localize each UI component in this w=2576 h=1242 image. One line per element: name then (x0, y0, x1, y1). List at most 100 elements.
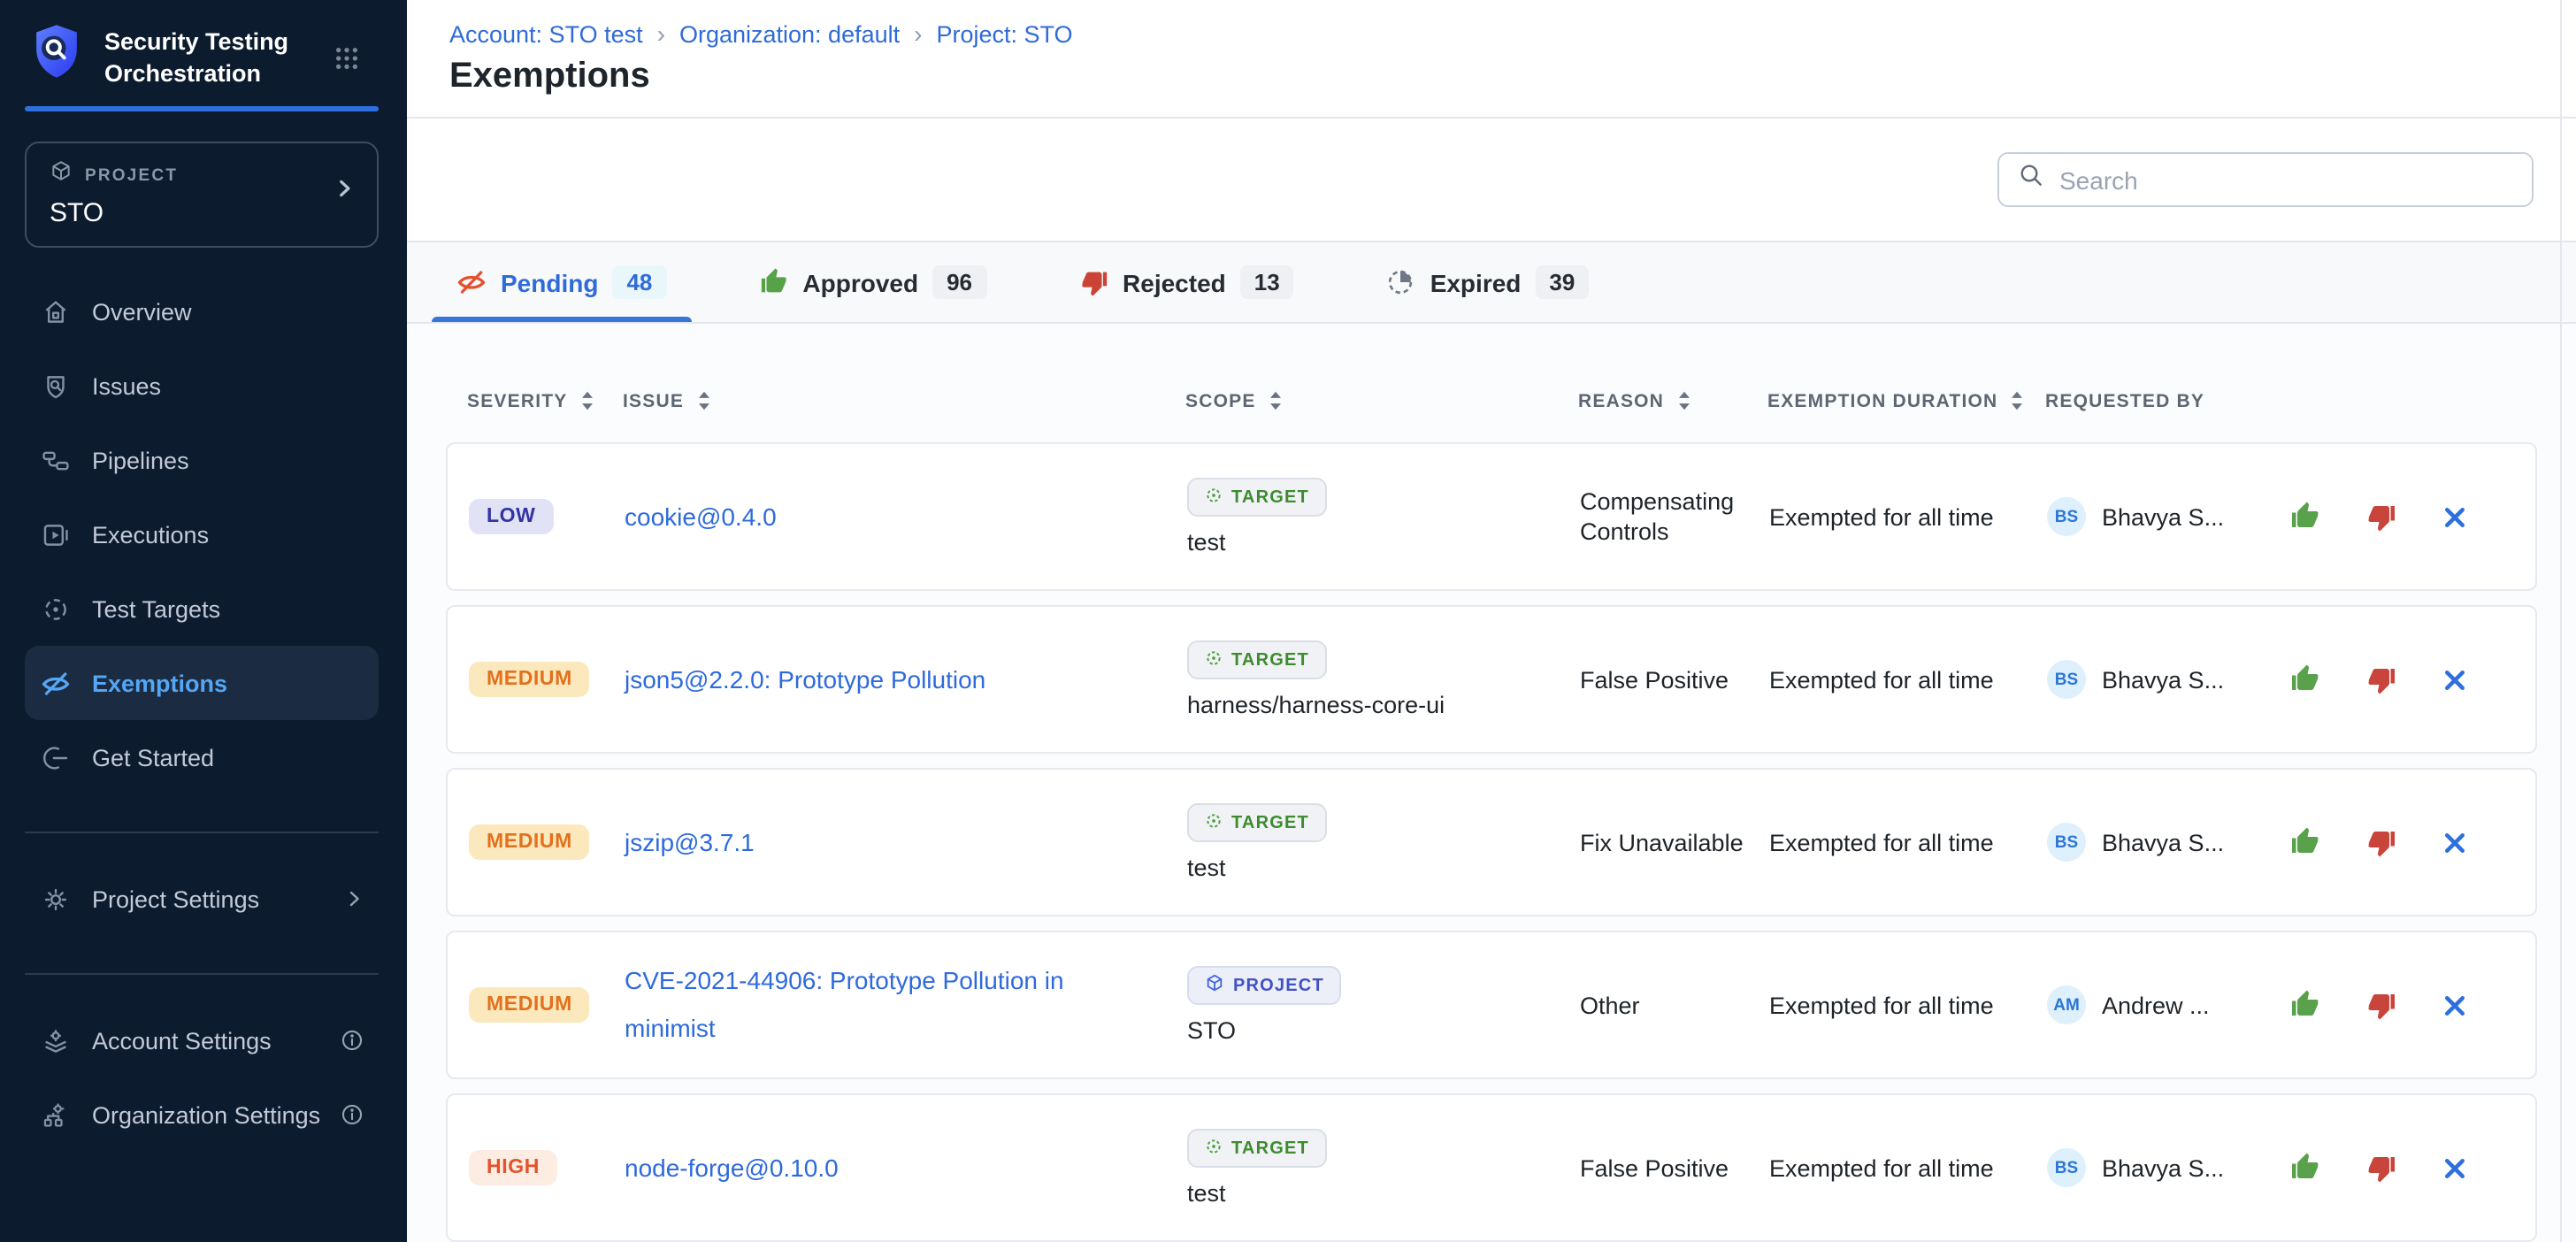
reject-button[interactable] (2365, 1152, 2397, 1184)
column-header-requested-by: REQUESTED BY (2045, 390, 2537, 411)
reject-button[interactable] (2365, 501, 2397, 533)
sidebar-item-test-targets[interactable]: Test Targets (25, 571, 379, 646)
info-icon[interactable] (340, 1102, 364, 1127)
target-icon (41, 594, 71, 624)
sidebar-divider (25, 832, 379, 833)
eye-off-icon (41, 668, 71, 698)
status-tabs: Pending 48 Approved 96 Rejected 13 (407, 242, 2576, 324)
scrollbar-track[interactable] (2560, 0, 2562, 1242)
sort-icon (1269, 391, 1283, 410)
scope-chip: TARGET (1187, 640, 1327, 679)
tab-pending[interactable]: Pending 48 (432, 242, 691, 322)
scope-value: harness/harness-core-ui (1187, 692, 1445, 718)
scope-value: test (1187, 1180, 1226, 1207)
sidebar-header: Security Testing Orchestration (0, 0, 407, 106)
dismiss-button[interactable] (2442, 666, 2468, 693)
severity-badge: LOW (469, 499, 553, 534)
breadcrumb: Account: STO test › Organization: defaul… (449, 21, 2534, 48)
sidebar-item-executions[interactable]: Executions (25, 497, 379, 571)
tab-count-badge: 48 (612, 265, 666, 299)
reason-cell: Other (1580, 990, 1769, 1020)
play-square-icon (41, 519, 71, 549)
cube-icon (50, 159, 73, 191)
severity-badge: MEDIUM (469, 824, 590, 860)
issue-link[interactable]: cookie@0.4.0 (625, 493, 1155, 540)
sidebar-item-overview[interactable]: Overview (25, 274, 379, 349)
target-ring-icon (1205, 1137, 1223, 1160)
sidebar-divider (25, 973, 379, 975)
sidebar-item-exemptions[interactable]: Exemptions (25, 646, 379, 720)
app-logo-shield-icon (32, 23, 81, 106)
thumb-up-icon (758, 267, 788, 297)
tab-count-badge: 13 (1240, 265, 1294, 299)
home-icon (41, 296, 71, 326)
tab-approved[interactable]: Approved 96 (733, 242, 1011, 322)
sidebar-item-organization-settings[interactable]: Organization Settings (25, 1077, 379, 1152)
requester-name: Bhavya S... (2102, 829, 2224, 855)
reject-button[interactable] (2365, 989, 2397, 1021)
target-ring-icon (1205, 486, 1223, 509)
sort-icon (579, 391, 594, 410)
tab-expired[interactable]: Expired 39 (1361, 242, 1614, 322)
column-header-issue[interactable]: ISSUE (623, 390, 1185, 411)
app-title: Security Testing Orchestration (104, 27, 317, 106)
exemption-row: MEDIUM jszip@3.7.1 TARGET test Fix Unava… (446, 768, 2537, 916)
duration-cell: Exempted for all time (1769, 829, 2047, 855)
issue-link[interactable]: json5@2.2.0: Prototype Pollution (625, 656, 1155, 703)
issue-link[interactable]: jszip@3.7.1 (625, 818, 1155, 866)
column-header-exemption-duration[interactable]: EXEMPTION DURATION (1767, 390, 2045, 411)
info-icon[interactable] (340, 1028, 364, 1053)
dismiss-button[interactable] (2442, 1154, 2468, 1181)
thumb-down-icon (1078, 267, 1108, 297)
reject-button[interactable] (2365, 663, 2397, 695)
avatar: BS (2047, 660, 2086, 699)
dismiss-button[interactable] (2442, 829, 2468, 855)
shield-search-icon (41, 371, 71, 401)
sidebar-item-pipelines[interactable]: Pipelines (25, 423, 379, 497)
exemption-row: LOW cookie@0.4.0 TARGET test Compensatin… (446, 442, 2537, 591)
dismiss-button[interactable] (2442, 503, 2468, 530)
column-header-scope[interactable]: SCOPE (1185, 390, 1578, 411)
scope-chip: PROJECT (1187, 966, 1342, 1005)
sidebar-item-issues[interactable]: Issues (25, 349, 379, 423)
avatar: BS (2047, 497, 2086, 536)
breadcrumb-organization[interactable]: Organization: default (679, 21, 900, 48)
sidebar-item-project-settings[interactable]: Project Settings (25, 862, 379, 936)
project-selector[interactable]: PROJECT STO (25, 142, 379, 248)
requester-name: Bhavya S... (2102, 1154, 2224, 1181)
duration-cell: Exempted for all time (1769, 666, 2047, 693)
search-input[interactable] (2059, 165, 2514, 194)
approve-button[interactable] (2289, 1152, 2321, 1184)
breadcrumb-project[interactable]: Project: STO (937, 21, 1073, 48)
requester-name: Andrew ... (2102, 992, 2210, 1018)
avatar: AM (2047, 985, 2086, 1024)
page-title: Exemptions (449, 57, 2534, 97)
breadcrumb-account[interactable]: Account: STO test (449, 21, 643, 48)
column-header-reason[interactable]: REASON (1578, 390, 1767, 411)
tab-rejected[interactable]: Rejected 13 (1054, 242, 1319, 322)
issue-link[interactable]: CVE-2021-44906: Prototype Pollution in m… (625, 957, 1155, 1053)
approve-button[interactable] (2289, 989, 2321, 1021)
column-header-severity[interactable]: SEVERITY (446, 390, 623, 411)
tab-count-badge: 39 (1535, 265, 1589, 299)
issue-link[interactable]: node-forge@0.10.0 (625, 1144, 1155, 1192)
severity-badge: MEDIUM (469, 987, 590, 1023)
severity-badge: MEDIUM (469, 662, 590, 697)
sidebar-item-account-settings[interactable]: Account Settings (25, 1003, 379, 1077)
sort-icon (1676, 391, 1690, 410)
reject-button[interactable] (2365, 826, 2397, 858)
duration-cell: Exempted for all time (1769, 992, 2047, 1018)
project-card-label: PROJECT (85, 165, 178, 185)
search-box (1997, 152, 2534, 207)
approve-button[interactable] (2289, 826, 2321, 858)
duration-cell: Exempted for all time (1769, 1154, 2047, 1181)
dismiss-button[interactable] (2442, 992, 2468, 1018)
approve-button[interactable] (2289, 663, 2321, 695)
clock-expired-icon (1386, 267, 1416, 297)
sidebar-item-get-started[interactable]: Get Started (25, 720, 379, 794)
exemption-row: MEDIUM CVE-2021-44906: Prototype Polluti… (446, 931, 2537, 1079)
reason-cell: False Positive (1580, 664, 1769, 694)
approve-button[interactable] (2289, 501, 2321, 533)
module-grid-icon[interactable] (333, 44, 361, 81)
main-content: Account: STO test › Organization: defaul… (407, 0, 2576, 1242)
